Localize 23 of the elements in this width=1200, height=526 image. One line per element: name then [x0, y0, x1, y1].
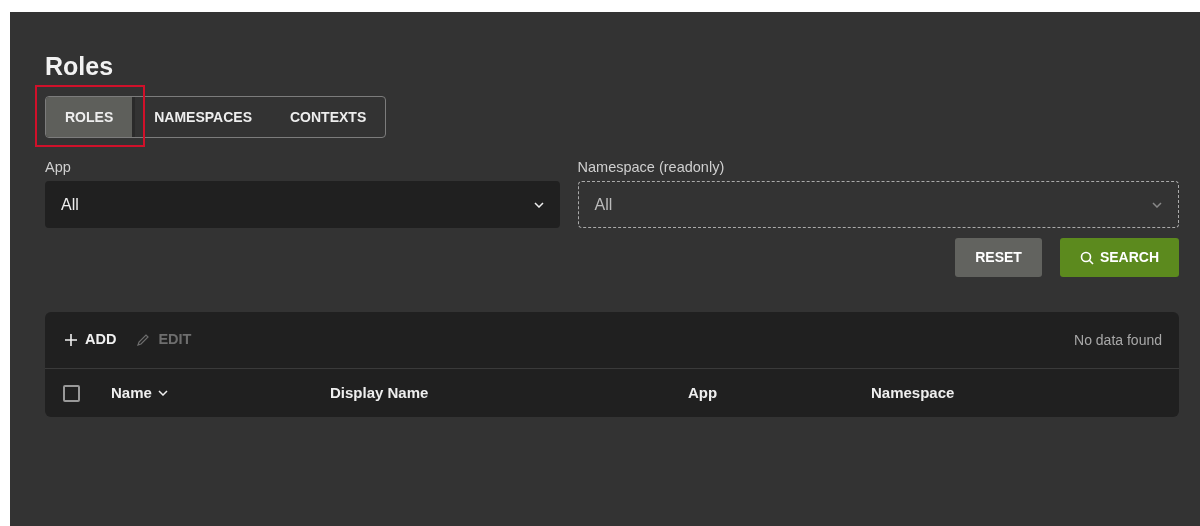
- chevron-down-icon: [1152, 201, 1162, 208]
- page-title: Roles: [45, 51, 115, 82]
- field-label: Namespace (readonly): [577, 158, 726, 176]
- tab[interactable]: ROLES: [46, 97, 136, 137]
- select-field: All: [577, 181, 1179, 228]
- tab[interactable]: CONTEXTS: [271, 97, 386, 137]
- search-button[interactable]: SEARCH: [1059, 238, 1179, 277]
- plus-icon: [65, 334, 77, 346]
- reset-button[interactable]: RESET: [955, 238, 1042, 277]
- field-label: App: [45, 158, 72, 176]
- status-text: No data found: [1074, 330, 1162, 350]
- tab[interactable]: NAMESPACES: [135, 97, 271, 137]
- add-button[interactable]: ADD: [65, 329, 123, 351]
- chevron-down-icon: [533, 201, 544, 208]
- select-field[interactable]: All: [45, 181, 560, 228]
- column-header[interactable]: Name: [111, 381, 168, 405]
- column-header[interactable]: Display Name: [330, 381, 429, 405]
- search-icon: [1079, 250, 1094, 265]
- sort-chevron-icon: [157, 390, 168, 396]
- column-header[interactable]: Namespace: [871, 381, 955, 405]
- select-all-checkbox[interactable]: [63, 384, 80, 402]
- column-header[interactable]: App: [688, 381, 718, 405]
- pencil-icon: [136, 333, 151, 347]
